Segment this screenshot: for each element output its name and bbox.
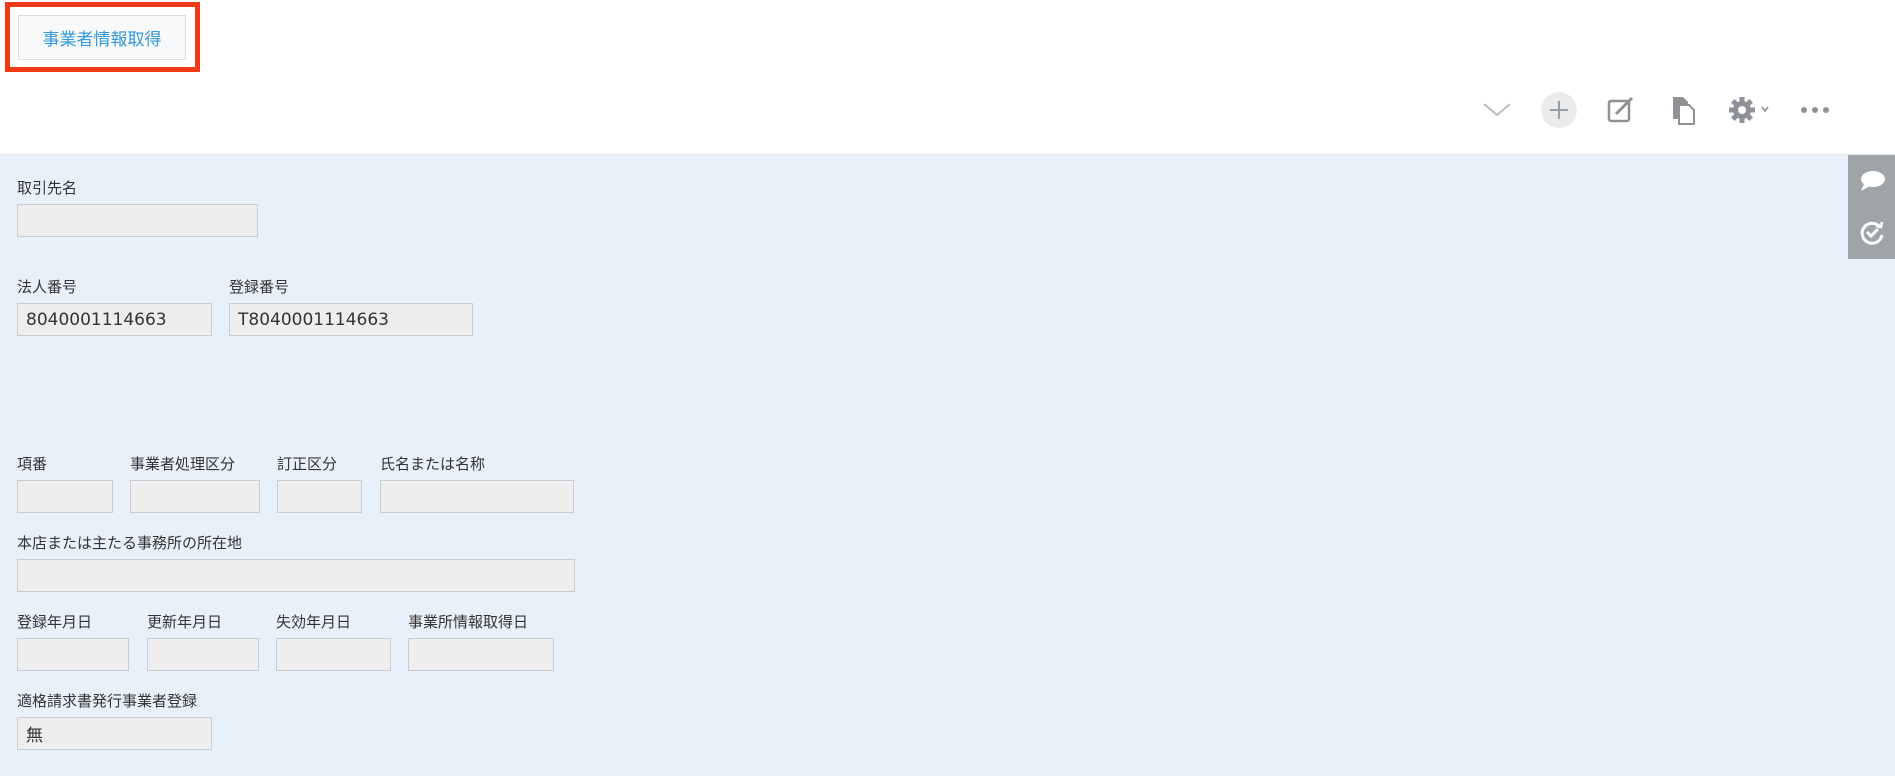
gear-icon[interactable] [1723,88,1777,132]
update-date-label: 更新年月日 [147,613,223,631]
office-info-date-label: 事業所情報取得日 [408,613,529,631]
update-date-field[interactable] [147,638,259,671]
comment-icon[interactable] [1848,155,1895,207]
head-office-address-label: 本店または主たる事務所の所在地 [17,534,243,552]
registration-date-field[interactable] [17,638,129,671]
qualified-invoice-registration-label: 適格請求書発行事業者登録 [17,692,198,710]
more-icon[interactable] [1793,88,1837,132]
highlight-frame: 事業者情報取得 [5,2,200,72]
record-header: 事業者情報取得 [0,0,1895,155]
expiration-date-label: 失効年月日 [276,613,352,631]
record-toolbar [1475,88,1895,132]
record-form: 取引先名 法人番号 8040001114663 登録番号 T8040001114… [0,155,1895,776]
correction-type-label: 訂正区分 [277,455,338,473]
registration-number-label: 登録番号 [229,278,290,296]
correction-type-field[interactable] [277,480,362,513]
corporate-number-label: 法人番号 [17,278,78,296]
head-office-address-field[interactable] [17,559,575,592]
side-panel [1848,155,1895,259]
qualified-invoice-registration-field[interactable]: 無 [17,717,212,750]
history-icon[interactable] [1848,207,1895,259]
business-process-type-label: 事業者処理区分 [130,455,236,473]
edit-icon[interactable] [1599,88,1643,132]
corporate-number-field[interactable]: 8040001114663 [17,303,212,336]
registration-number-field[interactable]: T8040001114663 [229,303,473,336]
fetch-business-info-button[interactable]: 事業者情報取得 [18,15,186,60]
name-label: 氏名または名称 [380,455,486,473]
office-info-date-field[interactable] [408,638,554,671]
item-number-label: 項番 [17,455,48,473]
chevron-down-icon[interactable] [1475,88,1519,132]
copy-icon[interactable] [1661,88,1705,132]
item-number-field[interactable] [17,480,113,513]
partner-name-field[interactable] [17,204,258,237]
business-process-type-field[interactable] [130,480,260,513]
partner-name-label: 取引先名 [17,179,78,197]
plus-icon[interactable] [1537,88,1581,132]
name-field[interactable] [380,480,574,513]
expiration-date-field[interactable] [276,638,391,671]
registration-date-label: 登録年月日 [17,613,93,631]
